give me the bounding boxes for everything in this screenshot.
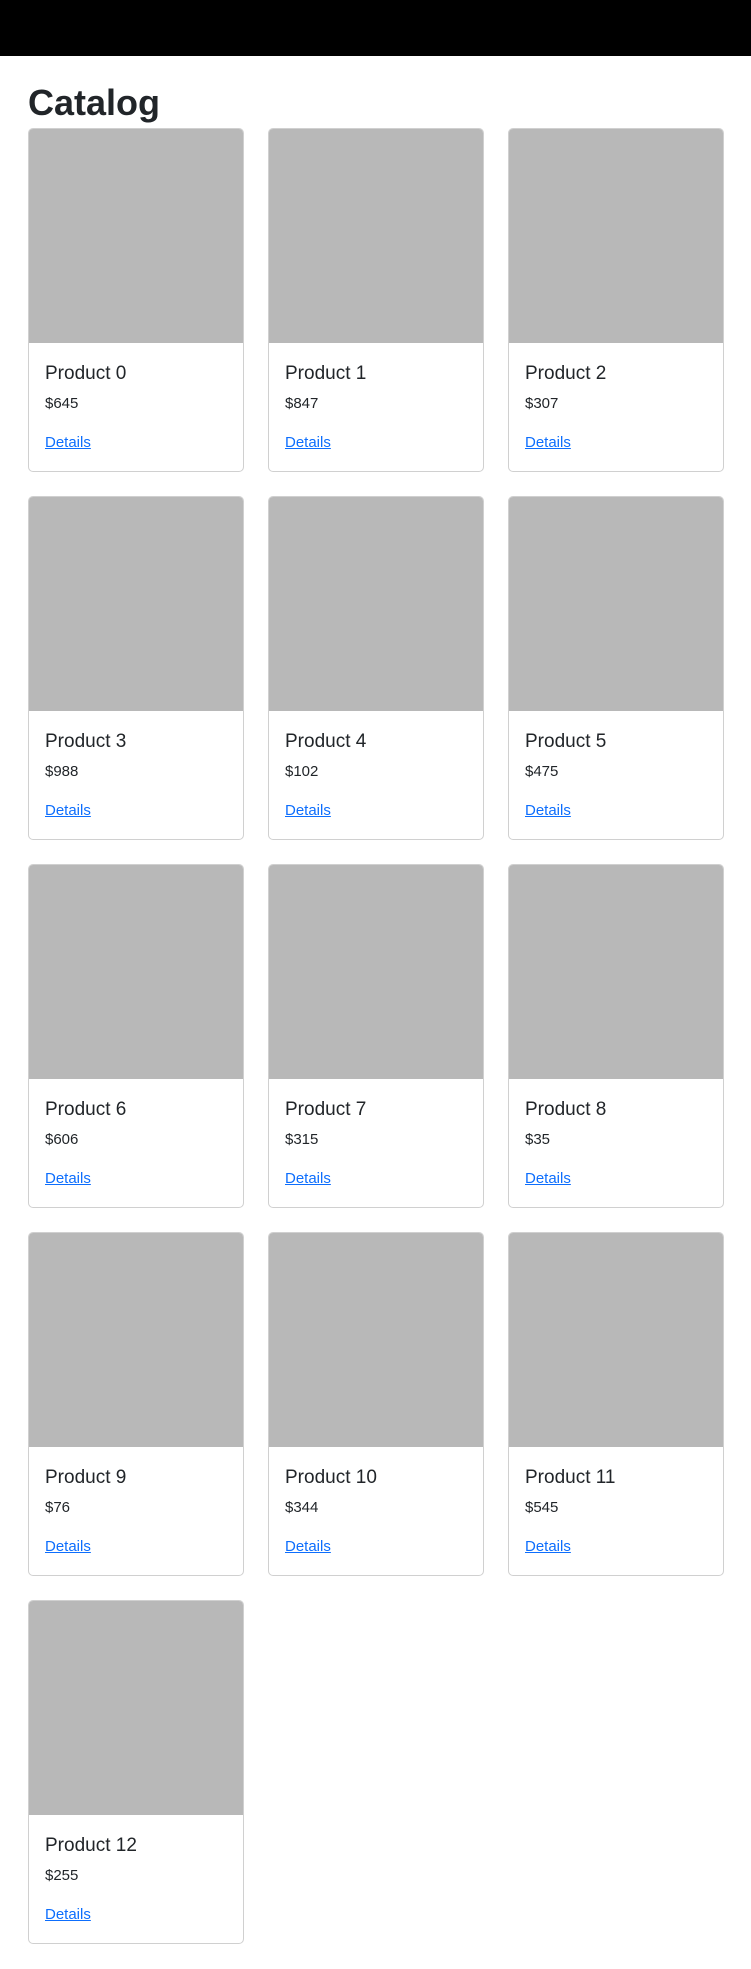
- product-card: Product 5 $475 Details: [508, 496, 724, 840]
- product-card-body: Product 3 $988 Details: [29, 730, 243, 821]
- product-name: Product 7: [285, 1099, 367, 1120]
- product-price: $315: [285, 1131, 319, 1148]
- product-image-placeholder: [29, 129, 243, 343]
- product-price: $847: [285, 395, 319, 412]
- product-card: Product 6 $606 Details: [28, 864, 244, 1208]
- product-image-placeholder: [29, 1233, 243, 1447]
- product-name: Product 10: [285, 1467, 377, 1488]
- product-card-body: Product 6 $606 Details: [29, 1098, 243, 1189]
- product-card: Product 8 $35 Details: [508, 864, 724, 1208]
- product-price: $344: [285, 1499, 319, 1516]
- product-price: $475: [525, 763, 559, 780]
- product-details-link[interactable]: Details: [285, 433, 331, 453]
- top-navbar: [0, 0, 751, 56]
- product-price: $645: [45, 395, 79, 412]
- product-price: $35: [525, 1131, 551, 1148]
- product-image-placeholder: [29, 1601, 243, 1815]
- product-price: $307: [525, 395, 559, 412]
- product-price: $255: [45, 1867, 79, 1884]
- product-card: Product 2 $307 Details: [508, 128, 724, 472]
- product-card-body: Product 10 $344 Details: [269, 1466, 483, 1557]
- product-name: Product 1: [285, 363, 367, 384]
- page-title: Catalog: [28, 82, 161, 123]
- product-image-placeholder: [509, 1233, 723, 1447]
- product-details-link[interactable]: Details: [525, 433, 571, 453]
- product-name: Product 12: [45, 1835, 137, 1856]
- product-image-placeholder: [269, 497, 483, 711]
- product-card-body: Product 1 $847 Details: [269, 362, 483, 453]
- product-price: $76: [45, 1499, 71, 1516]
- product-details-link[interactable]: Details: [285, 801, 331, 821]
- product-details-link[interactable]: Details: [525, 1169, 571, 1189]
- product-price: $102: [285, 763, 319, 780]
- product-details-link[interactable]: Details: [45, 433, 91, 453]
- product-details-link[interactable]: Details: [525, 1537, 571, 1557]
- product-name: Product 6: [45, 1099, 127, 1120]
- product-card-body: Product 9 $76 Details: [29, 1466, 243, 1557]
- product-price: $606: [45, 1131, 79, 1148]
- product-name: Product 4: [285, 731, 367, 752]
- product-card: Product 11 $545 Details: [508, 1232, 724, 1576]
- product-card-body: Product 7 $315 Details: [269, 1098, 483, 1189]
- product-price: $988: [45, 763, 79, 780]
- product-card-body: Product 0 $645 Details: [29, 362, 243, 453]
- product-image-placeholder: [269, 129, 483, 343]
- product-card: Product 0 $645 Details: [28, 128, 244, 472]
- product-card: Product 4 $102 Details: [268, 496, 484, 840]
- product-image-placeholder: [509, 497, 723, 711]
- product-name: Product 2: [525, 363, 607, 384]
- product-image-placeholder: [269, 1233, 483, 1447]
- product-card: Product 1 $847 Details: [268, 128, 484, 472]
- product-card-body: Product 2 $307 Details: [509, 362, 723, 453]
- product-details-link[interactable]: Details: [45, 1537, 91, 1557]
- product-card: Product 3 $988 Details: [28, 496, 244, 840]
- product-details-link[interactable]: Details: [45, 1905, 91, 1925]
- product-image-placeholder: [269, 865, 483, 1079]
- product-name: Product 8: [525, 1099, 607, 1120]
- product-name: Product 5: [525, 731, 607, 752]
- product-card: Product 10 $344 Details: [268, 1232, 484, 1576]
- product-name: Product 3: [45, 731, 127, 752]
- product-card: Product 12 $255 Details: [28, 1600, 244, 1944]
- product-details-link[interactable]: Details: [285, 1537, 331, 1557]
- product-name: Product 0: [45, 363, 127, 384]
- product-card-body: Product 11 $545 Details: [509, 1466, 723, 1557]
- product-price: $545: [525, 1499, 559, 1516]
- product-card-body: Product 12 $255 Details: [29, 1834, 243, 1925]
- product-details-link[interactable]: Details: [45, 801, 91, 821]
- product-card: Product 9 $76 Details: [28, 1232, 244, 1576]
- product-grid: Product 0 $645 Details Product 1 $847 Details…: [28, 128, 724, 1944]
- product-card-body: Product 4 $102 Details: [269, 730, 483, 821]
- product-image-placeholder: [509, 865, 723, 1079]
- product-card-body: Product 8 $35 Details: [509, 1098, 723, 1189]
- product-name: Product 9: [45, 1467, 127, 1488]
- product-image-placeholder: [509, 129, 723, 343]
- product-name: Product 11: [525, 1467, 616, 1488]
- product-card: Product 7 $315 Details: [268, 864, 484, 1208]
- product-details-link[interactable]: Details: [525, 801, 571, 821]
- product-details-link[interactable]: Details: [285, 1169, 331, 1189]
- main-content: Catalog Product 0 $645 Details Product 1 $84…: [28, 56, 724, 1944]
- product-image-placeholder: [29, 497, 243, 711]
- product-card-body: Product 5 $475 Details: [509, 730, 723, 821]
- product-details-link[interactable]: Details: [45, 1169, 91, 1189]
- product-image-placeholder: [29, 865, 243, 1079]
